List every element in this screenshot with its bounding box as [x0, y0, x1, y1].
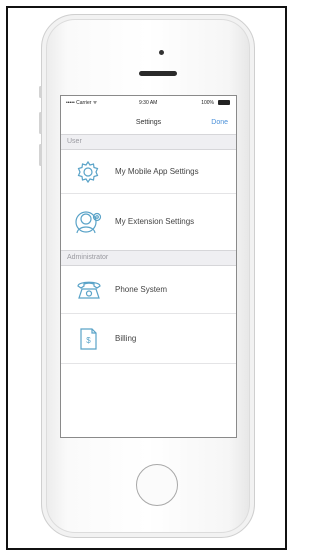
navigation-bar: Settings Done [61, 110, 236, 134]
phone-icon [75, 277, 101, 303]
settings-row-billing[interactable]: $ Billing [61, 314, 236, 364]
battery-percent: 100% [201, 100, 214, 106]
settings-row-extension[interactable]: My Extension Settings [61, 194, 236, 250]
home-button[interactable] [136, 464, 178, 506]
gear-icon [75, 159, 101, 185]
section-header-user: User [61, 134, 236, 150]
battery-icon [218, 100, 230, 105]
status-bar: ••••• Carrier ᯤ 9:30 AM 100% [61, 96, 236, 110]
carrier-signal: ••••• Carrier ᯤ [66, 100, 98, 106]
earpiece-speaker [139, 71, 177, 76]
front-camera [159, 50, 164, 55]
volume-button [39, 112, 42, 134]
settings-row-label: My Extension Settings [115, 217, 195, 226]
done-button[interactable]: Done [211, 119, 228, 126]
settings-row-phone-system[interactable]: Phone System [61, 266, 236, 314]
dollar-document-icon: $ [75, 326, 101, 352]
user-settings-icon [75, 209, 102, 235]
settings-row-label: Billing [115, 334, 137, 343]
settings-row-mobile-app[interactable]: My Mobile App Settings [61, 150, 236, 194]
settings-row-label: My Mobile App Settings [115, 167, 199, 176]
status-time: 9:30 AM [139, 100, 158, 106]
phone-screen: ••••• Carrier ᯤ 9:30 AM 100% Settings Do… [60, 95, 237, 438]
mute-switch [39, 86, 42, 98]
section-header-administrator: Administrator [61, 250, 236, 266]
page-title: Settings [135, 119, 162, 126]
settings-row-label: Phone System [115, 285, 168, 294]
volume-button [39, 144, 42, 166]
svg-text:$: $ [86, 336, 91, 345]
